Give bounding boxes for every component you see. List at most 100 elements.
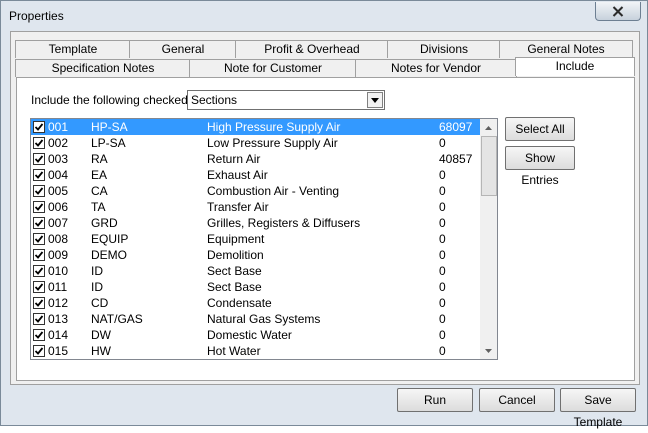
row-number: 013 [48,312,69,326]
list-row[interactable]: 012 CD Condensate 0 [31,295,480,311]
list-row[interactable]: 008 EQUIP Equipment 0 [31,231,480,247]
list-row[interactable]: 003 RA Return Air 40857 [31,151,480,167]
row-value: 0 [439,136,446,150]
list-scrollbar[interactable] [480,119,497,359]
tab-general[interactable]: General [129,40,237,58]
tab-notes-for-vendor[interactable]: Notes for Vendor [355,59,517,77]
scroll-up-button[interactable] [480,119,497,136]
row-checkbox[interactable] [33,249,45,261]
row-description: Condensate [207,296,272,310]
list-row[interactable]: 002 LP-SA Low Pressure Supply Air 0 [31,135,480,151]
row-checkbox[interactable] [33,313,45,325]
row-description: Hot Water [207,344,261,358]
row-checkbox[interactable] [33,297,45,309]
row-code: ID [91,264,103,278]
row-value: 40857 [439,152,473,166]
row-value: 0 [439,344,446,358]
row-value: 0 [439,312,446,326]
tab-general-notes[interactable]: General Notes [499,40,633,58]
select-all-button[interactable]: Select All [505,117,575,141]
row-code: ID [91,280,103,294]
scroll-down-button[interactable] [480,342,497,359]
row-checkbox[interactable] [33,121,45,133]
row-description: Equipment [207,232,265,246]
row-number: 004 [48,168,69,182]
list-row[interactable]: 001 HP-SA High Pressure Supply Air 68097 [31,119,480,135]
tab-specification-notes[interactable]: Specification Notes [15,59,191,77]
checkmark-icon [34,283,44,291]
checkmark-icon [34,315,44,323]
run-button[interactable]: Run [397,388,473,412]
tab-profit-overhead[interactable]: Profit & Overhead [235,40,389,58]
list-row[interactable]: 013 NAT/GAS Natural Gas Systems 0 [31,311,480,327]
row-checkbox[interactable] [33,281,45,293]
row-checkbox[interactable] [33,201,45,213]
list-row[interactable]: 015 HW Hot Water 0 [31,343,480,359]
checkmark-icon [34,267,44,275]
row-description: Transfer Air [207,200,269,214]
sections-list[interactable]: 001 HP-SA High Pressure Supply Air 68097 002… [30,118,498,360]
title-bar: Properties [1,1,647,31]
row-description: Domestic Water [207,328,292,342]
row-code: LP-SA [91,136,126,150]
dropdown-arrow-button[interactable] [367,92,383,108]
row-value: 0 [439,280,446,294]
row-checkbox[interactable] [33,185,45,197]
checkmark-icon [34,235,44,243]
row-number: 001 [48,120,69,134]
include-type-value: Sections [191,93,238,107]
scroll-thumb[interactable] [481,136,497,196]
row-checkbox[interactable] [33,329,45,341]
row-code: HW [91,344,111,358]
list-row[interactable]: 006 TA Transfer Air 0 [31,199,480,215]
list-row[interactable]: 010 ID Sect Base 0 [31,263,480,279]
row-checkbox[interactable] [33,153,45,165]
row-number: 002 [48,136,69,150]
close-button[interactable] [595,2,641,21]
list-row[interactable]: 011 ID Sect Base 0 [31,279,480,295]
save-template-button[interactable]: Save Template [560,388,636,429]
include-type-select[interactable]: Sections [187,90,385,110]
checkmark-icon [34,155,44,163]
row-checkbox[interactable] [33,217,45,229]
list-row[interactable]: 004 EA Exhaust Air 0 [31,167,480,183]
row-code: DW [91,328,111,342]
row-checkbox[interactable] [33,169,45,181]
row-value: 0 [439,216,446,230]
checkmark-icon [34,123,44,131]
row-checkbox[interactable] [33,345,45,357]
row-value: 0 [439,296,446,310]
checkmark-icon [34,219,44,227]
tab-note-for-customer[interactable]: Note for Customer [189,59,357,77]
tab-include[interactable]: Include [515,57,635,76]
list-row[interactable]: 009 DEMO Demolition 0 [31,247,480,263]
tab-divisions[interactable]: Divisions [387,40,501,58]
window-title: Properties [9,9,64,23]
row-number: 003 [48,152,69,166]
checkmark-icon [34,299,44,307]
row-value: 0 [439,328,446,342]
row-number: 014 [48,328,69,342]
checkmark-icon [34,139,44,147]
row-value: 0 [439,264,446,278]
row-value: 0 [439,184,446,198]
list-row[interactable]: 007 GRD Grilles, Registers & Diffusers 0 [31,215,480,231]
row-checkbox[interactable] [33,137,45,149]
row-code: EA [91,168,108,182]
list-row[interactable]: 014 DW Domestic Water 0 [31,327,480,343]
row-number: 009 [48,248,69,262]
row-number: 007 [48,216,69,230]
row-description: Sect Base [207,264,262,278]
list-row[interactable]: 005 CA Combustion Air - Venting 0 [31,183,480,199]
row-checkbox[interactable] [33,265,45,277]
checkmark-icon [34,187,44,195]
tab-template[interactable]: Template [15,40,131,58]
cancel-button[interactable]: Cancel [479,388,555,412]
row-number: 005 [48,184,69,198]
client-area: Template General Profit & Overhead Divis… [10,31,640,385]
row-description: High Pressure Supply Air [207,120,341,134]
row-checkbox[interactable] [33,233,45,245]
show-entries-button[interactable]: Show Entries [505,146,575,187]
scroll-down-icon [485,348,492,353]
row-number: 010 [48,264,69,278]
